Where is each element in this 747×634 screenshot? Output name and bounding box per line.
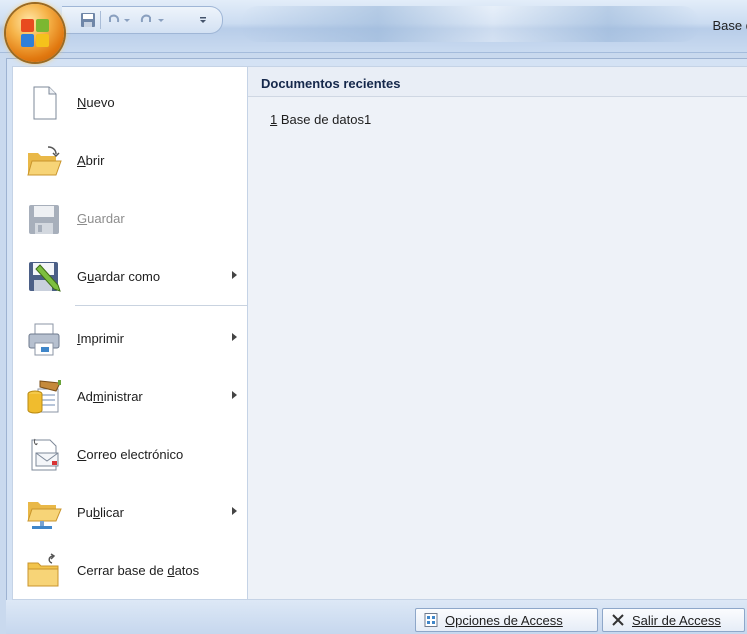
manage-database-icon: [27, 380, 61, 414]
submenu-arrow-icon: [232, 271, 237, 279]
menu-item-administrar[interactable]: Administrar: [13, 369, 247, 427]
recent-document-item[interactable]: 1 Base de datos1: [270, 112, 371, 127]
toolbar-separator: [100, 11, 101, 29]
menu-divider: [75, 305, 247, 306]
redo-dropdown-icon[interactable]: [156, 12, 166, 28]
submenu-arrow-icon: [232, 507, 237, 515]
save-as-icon: [29, 262, 61, 292]
recent-documents-header: Documentos recientes: [248, 67, 747, 97]
customize-icon[interactable]: [198, 12, 208, 28]
menu-item-label: Cerrar base de datos: [77, 563, 200, 578]
new-document-icon: [33, 86, 57, 120]
menu-item-label: Imprimir: [77, 331, 124, 346]
access-options-label: Opciones de Access: [445, 613, 563, 628]
recent-documents-pane: Documentos recientes 1 Base de datos1: [248, 66, 747, 600]
menu-item-cerrar-base[interactable]: Cerrar base de datos: [13, 543, 247, 601]
exit-access-button[interactable]: Salir de Access: [602, 608, 745, 632]
undo-dropdown-icon[interactable]: [122, 12, 132, 28]
quick-access-toolbar: [62, 6, 223, 34]
printer-icon: [28, 323, 60, 356]
menu-item-imprimir[interactable]: Imprimir: [13, 311, 247, 369]
submenu-arrow-icon: [232, 391, 237, 399]
menu-item-label: Correo electrónico: [77, 447, 184, 462]
menu-item-nuevo[interactable]: Nuevo: [13, 75, 247, 133]
redo-icon[interactable]: [138, 12, 154, 28]
publish-folder-icon: [27, 502, 62, 529]
submenu-arrow-icon: [232, 333, 237, 341]
save-disk-icon: [29, 205, 59, 234]
menu-item-label: Guardar como: [77, 269, 161, 284]
exit-access-label: Salir de Access: [632, 613, 721, 628]
title-bar-decoration: [240, 6, 700, 42]
menu-item-label: Publicar: [77, 505, 124, 520]
email-icon: [31, 438, 59, 471]
menu-item-guardar-como[interactable]: Guardar como: [13, 249, 247, 307]
menu-item-publicar[interactable]: Publicar: [13, 485, 247, 543]
menu-item-label: Nuevo: [77, 95, 115, 110]
menu-item-correo[interactable]: Correo electrónico: [13, 427, 247, 485]
undo-icon[interactable]: [106, 12, 122, 28]
office-button[interactable]: [6, 4, 64, 62]
menu-item-label: Administrar: [77, 389, 143, 404]
options-document-icon: [424, 613, 438, 627]
title-bar: Base d: [0, 0, 747, 53]
save-icon[interactable]: [80, 12, 96, 28]
window-title: Base d: [712, 18, 747, 33]
recent-documents-title: Documentos recientes: [261, 76, 401, 91]
recent-document-name: Base de datos1: [277, 112, 372, 127]
open-folder-icon: [27, 146, 62, 176]
access-options-button[interactable]: Opciones de Access: [415, 608, 598, 632]
menu-item-guardar: Guardar: [13, 191, 247, 249]
menu-item-label: Abrir: [77, 153, 105, 168]
menu-item-label: Guardar: [77, 211, 125, 226]
menu-footer: Opciones de Access Salir de Access: [6, 600, 747, 634]
menu-commands-pane: Nuevo Abrir Guardar Guardar como Imprimi…: [12, 66, 248, 600]
close-database-icon: [27, 553, 59, 587]
menu-item-abrir[interactable]: Abrir: [13, 133, 247, 191]
close-x-icon: [612, 614, 624, 626]
office-logo-icon: [21, 19, 49, 47]
